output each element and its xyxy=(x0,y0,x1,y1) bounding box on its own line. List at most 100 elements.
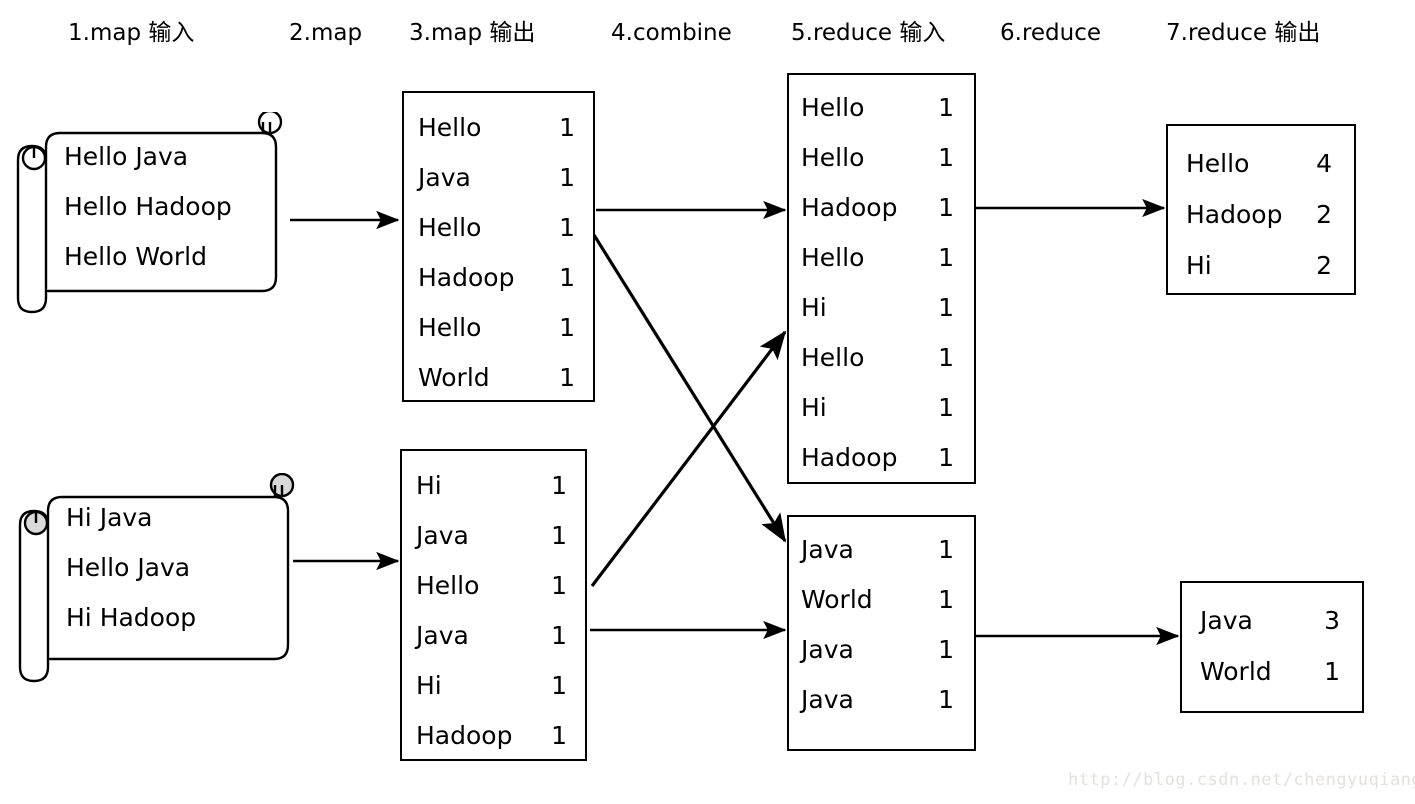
kv-value: 1 xyxy=(559,263,575,292)
kv-key: Java xyxy=(801,685,854,714)
kv-row: Hadoop 2 xyxy=(1186,189,1332,240)
kv-key: Hello xyxy=(801,343,865,372)
kv-row: Java 1 xyxy=(418,153,575,203)
kv-row: World 1 xyxy=(1200,646,1340,697)
kv-key: Hi xyxy=(801,393,827,422)
kv-row: Hadoop 1 xyxy=(416,711,567,761)
kv-row: Hello 1 xyxy=(416,561,567,611)
kv-row: Hi 1 xyxy=(416,461,567,511)
scroll-text-block: Hello Java Hello Hadoop Hello World xyxy=(64,132,284,282)
kv-key: Hello xyxy=(801,93,865,122)
map-output-box-1: Hello 1 Java 1 Hello 1 Hadoop 1 Hello 1 … xyxy=(402,91,595,402)
map-output-box-2: Hi 1 Java 1 Hello 1 Java 1 Hi 1 Hadoop 1 xyxy=(400,449,587,761)
phase-label-reduce-output: 7.reduce 输出 xyxy=(1166,20,1321,46)
kv-value: 1 xyxy=(559,313,575,342)
kv-row: Hello 1 xyxy=(418,203,575,253)
kv-value: 1 xyxy=(938,635,954,664)
kv-row-list: Hi 1 Java 1 Hello 1 Java 1 Hi 1 Hadoop 1 xyxy=(402,451,585,761)
kv-row: Hello 4 xyxy=(1186,138,1332,189)
map-input-scroll-1: Hello Java Hello Hadoop Hello World xyxy=(16,109,294,317)
map-input-scroll-2: Hi Java Hello Java Hi Hadoop xyxy=(18,472,306,688)
reduce-output-box-1: Hello 4 Hadoop 2 Hi 2 xyxy=(1166,124,1356,295)
phase-label-combine: 4.combine xyxy=(611,20,732,46)
kv-row: Java 1 xyxy=(416,511,567,561)
kv-value: 1 xyxy=(938,443,954,472)
kv-row: Hi 2 xyxy=(1186,240,1332,291)
kv-value: 2 xyxy=(1316,251,1332,280)
kv-row-list: Hello 4 Hadoop 2 Hi 2 xyxy=(1168,126,1354,291)
kv-key: Java xyxy=(416,521,469,550)
kv-value: 1 xyxy=(559,363,575,392)
kv-value: 1 xyxy=(559,163,575,192)
phase-label-reduce-input: 5.reduce 输入 xyxy=(791,20,946,46)
scroll-text-block: Hi Java Hello Java Hi Hadoop xyxy=(66,493,286,643)
kv-value: 4 xyxy=(1316,149,1332,178)
kv-key: Hello xyxy=(418,313,482,342)
kv-key: Java xyxy=(416,621,469,650)
kv-value: 1 xyxy=(551,721,567,750)
kv-key: Hello xyxy=(801,143,865,172)
kv-value: 2 xyxy=(1316,200,1332,229)
kv-key: Hi xyxy=(801,293,827,322)
kv-key: Hadoop xyxy=(801,193,898,222)
kv-value: 1 xyxy=(551,521,567,550)
kv-row: Hello 1 xyxy=(801,133,954,183)
kv-value: 1 xyxy=(1324,657,1340,686)
kv-key: Hadoop xyxy=(418,263,515,292)
kv-value: 1 xyxy=(938,685,954,714)
kv-key: Hello xyxy=(418,213,482,242)
kv-key: Hello xyxy=(416,571,480,600)
kv-row: Hi 1 xyxy=(416,661,567,711)
kv-value: 1 xyxy=(938,193,954,222)
kv-key: Hi xyxy=(1186,251,1212,280)
kv-row-list: Hello 1 Hello 1 Hadoop 1 Hello 1 Hi 1 He… xyxy=(789,75,974,483)
arrow-mapout1-to-redin2 xyxy=(592,234,787,543)
source-watermark: http://blog.csdn.net/chengyuqiang xyxy=(1068,770,1415,790)
kv-row: World 1 xyxy=(801,575,954,625)
kv-key: Hadoop xyxy=(801,443,898,472)
kv-row: Hello 1 xyxy=(801,83,954,133)
kv-value: 1 xyxy=(938,93,954,122)
reduce-input-box-2: Java 1 World 1 Java 1 Java 1 xyxy=(787,515,976,751)
kv-row: World 1 xyxy=(418,353,575,403)
kv-value: 1 xyxy=(938,293,954,322)
kv-value: 1 xyxy=(559,213,575,242)
kv-row: Java 1 xyxy=(801,675,954,725)
scroll-line: Hi Java xyxy=(66,503,153,532)
scroll-line: Hi Hadoop xyxy=(66,603,197,632)
kv-row: Java 3 xyxy=(1200,595,1340,646)
phase-label-map-output: 3.map 输出 xyxy=(409,20,536,46)
kv-value: 1 xyxy=(551,671,567,700)
phase-label-map-input: 1.map 输入 xyxy=(68,20,195,46)
kv-row: Java 1 xyxy=(801,625,954,675)
reduce-output-box-2: Java 3 World 1 xyxy=(1180,581,1364,713)
kv-row-list: Hello 1 Java 1 Hello 1 Hadoop 1 Hello 1 … xyxy=(404,93,593,403)
kv-row: Java 1 xyxy=(801,525,954,575)
kv-key: Java xyxy=(418,163,471,192)
kv-row: Hello 1 xyxy=(801,233,954,283)
mapreduce-dataflow-diagram: 1.map 输入 2.map 3.map 输出 4.combine 5.redu… xyxy=(0,0,1415,804)
phase-label-row: 1.map 输入 2.map 3.map 输出 4.combine 5.redu… xyxy=(0,16,1415,56)
kv-value: 1 xyxy=(559,113,575,142)
kv-key: Java xyxy=(801,635,854,664)
scroll-line: Hello World xyxy=(64,242,207,271)
kv-value: 1 xyxy=(938,393,954,422)
kv-key: Hello xyxy=(801,243,865,272)
kv-key: Hi xyxy=(416,671,442,700)
reduce-input-box-1: Hello 1 Hello 1 Hadoop 1 Hello 1 Hi 1 He… xyxy=(787,73,976,484)
scroll-line: Hello Hadoop xyxy=(64,192,232,221)
kv-row-list: Java 3 World 1 xyxy=(1182,583,1362,697)
phase-label-reduce: 6.reduce xyxy=(1000,20,1102,46)
kv-key: Hello xyxy=(1186,149,1250,178)
kv-row: Hello 1 xyxy=(418,103,575,153)
kv-value: 1 xyxy=(551,471,567,500)
kv-row: Hadoop 1 xyxy=(801,183,954,233)
scroll-line: Hello Java xyxy=(66,553,191,582)
kv-row: Hi 1 xyxy=(801,383,954,433)
kv-key: Java xyxy=(1200,606,1253,635)
kv-value: 1 xyxy=(551,571,567,600)
kv-key: World xyxy=(801,585,873,614)
kv-key: Hello xyxy=(418,113,482,142)
phase-label-map: 2.map xyxy=(289,20,363,46)
kv-row: Hi 1 xyxy=(801,283,954,333)
